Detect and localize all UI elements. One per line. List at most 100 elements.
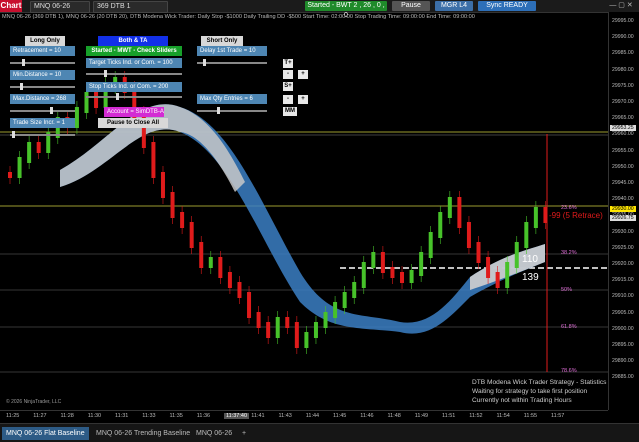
price-tick: 29950.00 <box>612 163 634 170</box>
t-plus-button[interactable]: T+ <box>283 59 293 68</box>
min-distance-field[interactable]: Min.Distance = 10 <box>10 70 75 80</box>
time-tick: 11:45 <box>333 413 347 419</box>
retrace-label: -99 (5 Retrace) <box>549 211 603 220</box>
retracement-slider[interactable] <box>10 59 75 66</box>
price-tick: 29955.00 <box>612 147 634 154</box>
min-distance-slider-knob[interactable] <box>20 83 23 90</box>
price-marker-top: 29953.25 <box>610 125 636 131</box>
target-ticks-slider-knob[interactable] <box>104 70 107 77</box>
time-tick: 11:30 <box>87 413 102 419</box>
candle-body <box>505 262 510 288</box>
time-tick: 11:48 <box>387 413 401 419</box>
pause-button[interactable]: Pause <box>392 1 430 11</box>
candle-body <box>514 242 519 268</box>
target-ticks-field[interactable]: Target Ticks Ind. or Com. = 100 <box>86 58 182 68</box>
max-distance-slider-knob[interactable] <box>50 107 53 114</box>
time-tick: 11:52 <box>469 413 483 419</box>
stats-position-status: Waiting for strategy to take first posit… <box>472 388 588 395</box>
template-selector[interactable]: 369 DTB 1 <box>93 1 168 13</box>
candle-body <box>342 292 347 308</box>
trade-size-increment-field[interactable]: Trade Size Incr. = 1 <box>10 118 75 128</box>
tab-trending-baseline[interactable]: MNQ 06-26 Trending Baseline <box>92 427 194 440</box>
target-plus-button[interactable]: + <box>298 70 308 79</box>
min-distance-slider[interactable] <box>10 83 75 90</box>
stop-ticks-slider-knob[interactable] <box>116 93 119 100</box>
fib-382-label: 38.2% <box>561 250 577 256</box>
retracement-slider-knob[interactable] <box>22 59 25 66</box>
max-distance-field[interactable]: Max.Distance = 268 <box>10 94 75 104</box>
short-only-button[interactable]: Short Only <box>201 36 243 46</box>
candle-body <box>199 242 204 268</box>
tab-flat-baseline[interactable]: MNQ 06-26 Flat Baseline <box>2 427 89 440</box>
max-qty-slider[interactable] <box>197 107 267 114</box>
long-only-button[interactable]: Long Only <box>25 36 65 46</box>
instrument-selector[interactable]: MNQ 06-26 <box>30 1 90 13</box>
max-qty-slider-knob[interactable] <box>217 107 220 114</box>
candle-body <box>380 252 385 273</box>
tab-mnq[interactable]: MNQ 06-26 <box>192 427 236 440</box>
target-ticks-slider[interactable] <box>86 70 182 77</box>
time-tick: 11:54 <box>496 413 510 419</box>
copyright: © 2026 NinjaTrader, LLC <box>6 399 62 405</box>
max-qty-entries-field[interactable]: Max Qty Entries = 6 <box>197 94 267 104</box>
stop-plus-button[interactable]: + <box>298 95 308 104</box>
delay-slider[interactable] <box>197 59 267 66</box>
chart-plot-area[interactable] <box>0 22 608 410</box>
time-tick: 11:43 <box>278 413 292 419</box>
price-tick: 29975.00 <box>612 82 634 89</box>
strategy-status-button[interactable]: Started - BWT 2 , 26 , 0 , 0 <box>305 1 387 19</box>
price-axis[interactable]: 29995.00 29990.00 29985.00 29980.00 29975.00… <box>608 12 639 410</box>
trade-size-slider-knob[interactable] <box>12 131 15 138</box>
stop-ticks-slider[interactable] <box>86 93 182 100</box>
price-tick: 29910.00 <box>612 293 634 300</box>
candle-body <box>160 172 165 198</box>
candle-body <box>476 242 481 263</box>
mgr-button[interactable]: MGR L4 <box>435 1 473 11</box>
sync-button[interactable]: Sync READY <box>478 1 536 11</box>
time-tick: 11:41 <box>251 413 265 419</box>
delay-first-trade-field[interactable]: Delay 1st Trade = 10 <box>197 46 267 56</box>
time-tick: 11:25 <box>6 413 20 419</box>
retracement-field[interactable]: Retracement = 10 <box>10 46 75 56</box>
candle-body <box>361 262 366 288</box>
candle-body <box>218 257 223 278</box>
candle-body <box>151 142 156 178</box>
chart-tab[interactable]: Chart <box>0 0 22 12</box>
strategy-started-button[interactable]: Started - MWT - Check Sliders <box>86 46 182 56</box>
delay-slider-knob[interactable] <box>203 59 206 66</box>
chart-info-line: MNQ 06-26 (369 DTB 1), MNQ 06-26 (20 DTB… <box>2 14 475 20</box>
max-distance-slider[interactable] <box>10 107 75 114</box>
trade-size-slider[interactable] <box>10 131 75 138</box>
stats-trading-hours: Currently not within Trading Hours <box>472 397 572 404</box>
top-toolbar: Chart MNQ 06-26 369 DTB 1 Started - BWT … <box>0 0 639 19</box>
price-tick: 29970.00 <box>612 99 634 105</box>
account-button[interactable]: Account = SimDTB-A <box>104 107 164 117</box>
price-tick: 29945.00 <box>612 180 634 186</box>
add-tab-icon[interactable]: + <box>238 427 250 440</box>
target-minus-button[interactable]: - <box>283 70 293 79</box>
candle-body <box>543 207 548 223</box>
candle-body <box>27 142 32 163</box>
window-controls[interactable]: — ▢ ✕ <box>606 1 636 11</box>
level-139-label: 139 <box>522 272 539 283</box>
candle-body <box>94 92 99 108</box>
price-tick: 29890.00 <box>612 358 634 365</box>
stop-minus-button[interactable]: - <box>283 95 293 104</box>
strategy-statistics: DTB Modena Wick Trader Strategy - Statis… <box>472 378 606 405</box>
stats-title: DTB Modena Wick Trader Strategy - Statis… <box>472 379 607 386</box>
price-tick: 29905.00 <box>612 309 634 316</box>
time-axis[interactable]: 11:25 11:27 11:28 11:30 11:31 11:33 11:35 11:36… <box>0 410 608 423</box>
chart-tabs: MNQ 06-26 Flat Baseline MNQ 06-26 Trendi… <box>0 423 639 442</box>
candle-body <box>495 272 500 288</box>
candle-body <box>524 222 529 248</box>
s-plus-button[interactable]: S+ <box>283 82 293 91</box>
mm-button[interactable]: MM <box>283 107 297 116</box>
price-tick: 29920.00 <box>612 261 634 267</box>
stop-ticks-field[interactable]: Stop Ticks Ind. or Com. = 200 <box>86 82 182 92</box>
price-tick: 29990.00 <box>612 34 634 41</box>
level-110-label: 110 <box>522 254 538 265</box>
price-tick: 29980.00 <box>612 66 634 73</box>
both-ta-button[interactable]: Both & TA <box>98 36 168 46</box>
price-chart <box>0 71 608 373</box>
pause-close-all-button[interactable]: Pause to Close All <box>98 118 168 128</box>
